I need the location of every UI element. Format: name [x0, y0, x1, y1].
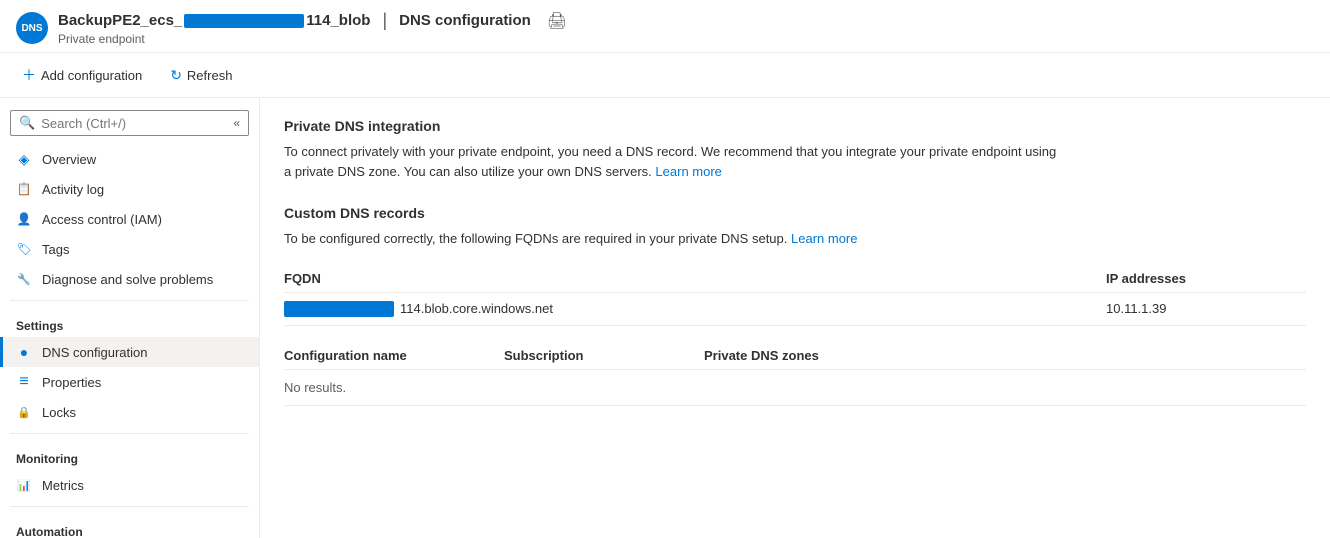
- resource-subtitle: Private endpoint: [58, 32, 567, 46]
- sidebar-item-label: Properties: [42, 375, 101, 390]
- private-dns-title: Private DNS integration: [284, 118, 1306, 134]
- fqdn-suffix: 114.blob.core.windows.net: [400, 301, 553, 316]
- config-table-header: Configuration name Subscription Private …: [284, 342, 1306, 370]
- search-input[interactable]: [41, 116, 227, 131]
- header-title-area: BackupPE2_ecs_ 114_blob | DNS configurat…: [58, 10, 567, 46]
- sidebar-item-label: Diagnose and solve problems: [42, 272, 213, 287]
- metrics-icon: 📊: [16, 477, 32, 493]
- main-layout: 🔍 « ◈ Overview 📋 Activity log 👤 Access c…: [0, 98, 1330, 538]
- sidebar-item-label: DNS configuration: [42, 345, 148, 360]
- config-no-results-row: No results.: [284, 370, 1306, 406]
- overview-icon: ◈: [16, 151, 32, 167]
- no-results-text: No results.: [284, 380, 504, 395]
- sidebar-item-label: Access control (IAM): [42, 212, 162, 227]
- iam-icon: 👤: [16, 211, 32, 227]
- print-icon[interactable]: 🖨: [547, 11, 567, 31]
- search-box[interactable]: 🔍 «: [10, 110, 249, 136]
- settings-divider: [10, 300, 249, 301]
- sidebar-item-label: Activity log: [42, 182, 104, 197]
- private-dns-zones-col-header: Private DNS zones: [704, 348, 1306, 363]
- sidebar-item-locks[interactable]: 🔒 Locks: [0, 397, 259, 427]
- subscription-col-header: Subscription: [504, 348, 704, 363]
- fqdn-table-row: 114.blob.core.windows.net 10.11.1.39: [284, 293, 1306, 326]
- ip-col-header: IP addresses: [1106, 271, 1306, 286]
- custom-dns-title: Custom DNS records: [284, 205, 1306, 221]
- add-configuration-button[interactable]: ＋ Add configuration: [16, 61, 148, 89]
- resource-avatar: DNS: [16, 12, 48, 44]
- search-icon: 🔍: [19, 115, 35, 131]
- sidebar-item-label: Metrics: [42, 478, 84, 493]
- sidebar: 🔍 « ◈ Overview 📋 Activity log 👤 Access c…: [0, 98, 260, 538]
- redacted-name: [184, 14, 304, 28]
- monitoring-header: Monitoring: [0, 440, 259, 470]
- sidebar-item-access-control[interactable]: 👤 Access control (IAM): [0, 204, 259, 234]
- custom-dns-desc: To be configured correctly, the followin…: [284, 229, 1064, 249]
- title-separator: |: [382, 10, 387, 31]
- sidebar-item-dns-configuration[interactable]: ● DNS configuration: [0, 337, 259, 367]
- collapse-icon[interactable]: «: [233, 116, 240, 130]
- diagnose-icon: 🔧: [16, 271, 32, 287]
- sidebar-item-properties[interactable]: ≡ Properties: [0, 367, 259, 397]
- page-header: DNS BackupPE2_ecs_ 114_blob | DNS config…: [0, 0, 1330, 53]
- locks-icon: 🔒: [16, 404, 32, 420]
- refresh-button[interactable]: ↻ Refresh: [164, 63, 238, 88]
- fqdn-col-header: FQDN: [284, 271, 1106, 286]
- private-dns-learn-more-link[interactable]: Learn more: [655, 164, 721, 179]
- fqdn-redacted: [284, 301, 394, 317]
- refresh-icon: ↻: [170, 67, 182, 84]
- sidebar-item-tags[interactable]: 🏷 Tags: [0, 234, 259, 264]
- sidebar-item-diagnose[interactable]: 🔧 Diagnose and solve problems: [0, 264, 259, 294]
- sidebar-item-activity-log[interactable]: 📋 Activity log: [0, 174, 259, 204]
- custom-dns-section: Custom DNS records To be configured corr…: [284, 205, 1306, 406]
- fqdn-cell: 114.blob.core.windows.net: [284, 301, 1106, 317]
- sidebar-item-label: Locks: [42, 405, 76, 420]
- page-title: DNS configuration: [399, 12, 531, 29]
- private-dns-section: Private DNS integration To connect priva…: [284, 118, 1306, 181]
- sidebar-item-label: Tags: [42, 242, 69, 257]
- ip-value: 10.11.1.39: [1106, 301, 1306, 316]
- settings-header: Settings: [0, 307, 259, 337]
- toolbar: ＋ Add configuration ↻ Refresh: [0, 53, 1330, 98]
- custom-dns-learn-more-link[interactable]: Learn more: [791, 231, 857, 246]
- activity-log-icon: 📋: [16, 181, 32, 197]
- sidebar-item-overview[interactable]: ◈ Overview: [0, 144, 259, 174]
- private-dns-desc: To connect privately with your private e…: [284, 142, 1064, 181]
- sidebar-item-label: Overview: [42, 152, 96, 167]
- automation-header: Automation: [0, 513, 259, 538]
- tags-icon: 🏷: [16, 241, 32, 257]
- dns-icon: ●: [16, 344, 32, 360]
- automation-divider: [10, 506, 249, 507]
- resource-name: BackupPE2_ecs_ 114_blob: [58, 12, 370, 29]
- sidebar-item-metrics[interactable]: 📊 Metrics: [0, 470, 259, 500]
- content-area: Private DNS integration To connect priva…: [260, 98, 1330, 538]
- config-name-col-header: Configuration name: [284, 348, 504, 363]
- plus-icon: ＋: [22, 65, 36, 85]
- properties-icon: ≡: [16, 374, 32, 390]
- fqdn-table-header: FQDN IP addresses: [284, 265, 1306, 293]
- monitoring-divider: [10, 433, 249, 434]
